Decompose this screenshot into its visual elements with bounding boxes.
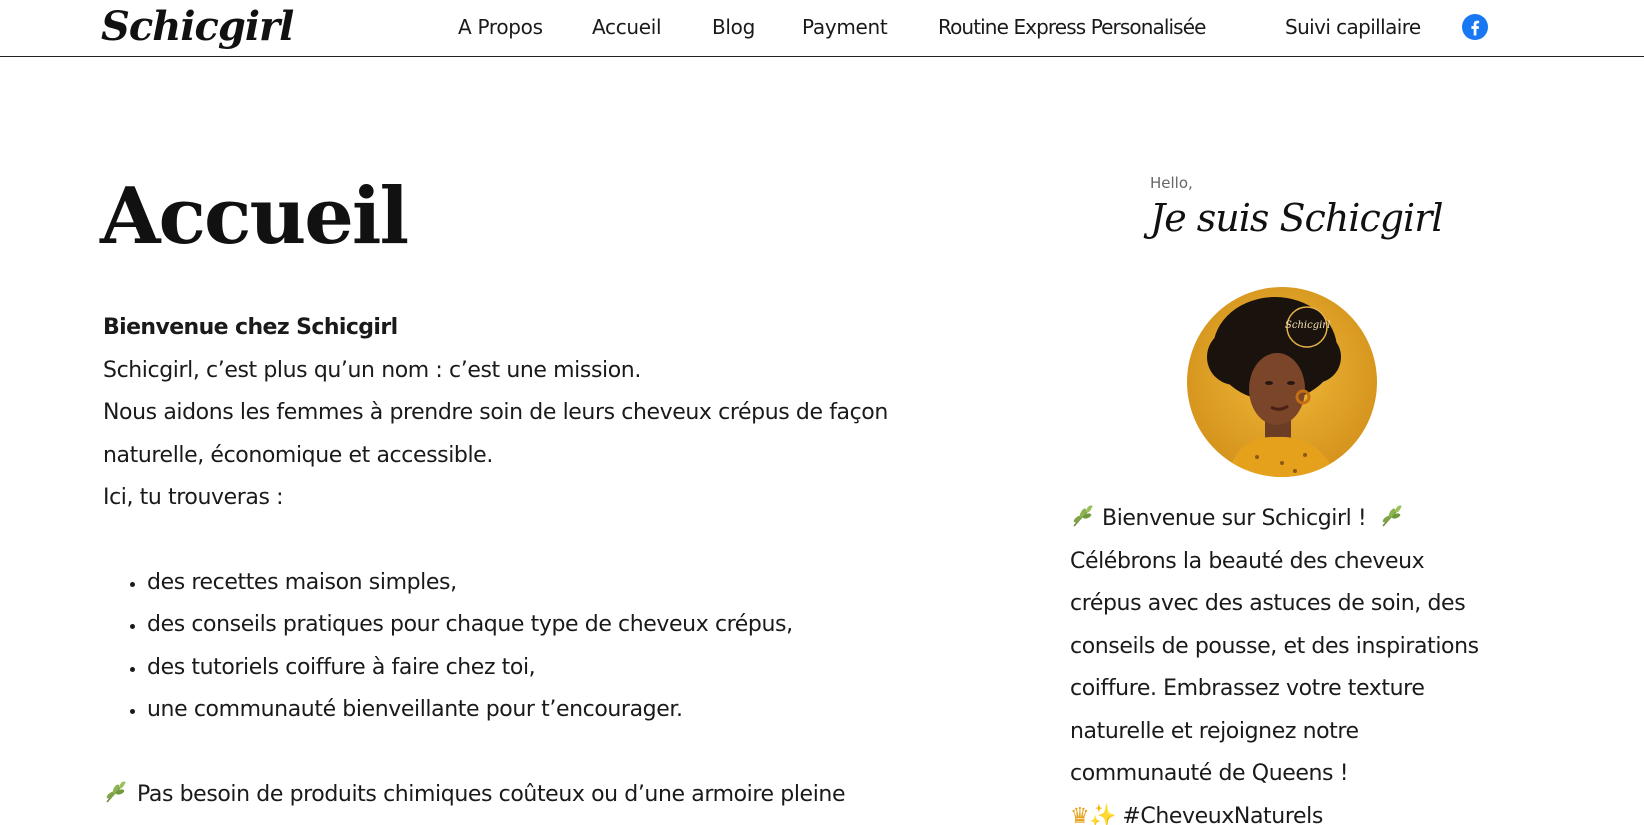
- list-item: une communauté bienveillante pour t’enco…: [147, 689, 963, 732]
- mission-paragraph: Nous aidons les femmes à prendre soin de…: [103, 400, 888, 468]
- list-intro: Ici, tu trouveras :: [103, 485, 284, 510]
- herb-icon: [1073, 505, 1093, 527]
- hashtag-text: #CheveuxNaturels: [1122, 803, 1323, 825]
- nav-item-payment[interactable]: Payment: [802, 12, 888, 42]
- list-item: des conseils pratiques pour chaque type …: [147, 604, 963, 647]
- nav-item-suivi-capillaire[interactable]: Suivi capillaire: [1285, 12, 1421, 42]
- sidebar-bio: Bienvenue sur Schicgirl ! Célébrons la b…: [1070, 498, 1490, 825]
- page: Schicgirl A Propos Accueil Blog Payment …: [0, 0, 1644, 825]
- sidebar-greeting: Hello,: [1150, 174, 1193, 192]
- nav-item-blog[interactable]: Blog: [712, 12, 755, 42]
- site-header: Schicgirl A Propos Accueil Blog Payment …: [0, 0, 1644, 57]
- list-item: des tutoriels coiffure à faire chez toi,: [147, 647, 963, 690]
- avatar-badge-text: Schicgirl: [1285, 320, 1331, 331]
- nav-item-routine-express[interactable]: Routine Express Personalisée: [938, 12, 1206, 42]
- sidebar-body-text: Célébrons la beauté des cheveux crépus a…: [1070, 548, 1479, 787]
- crown-icon: ♛: [1070, 803, 1090, 825]
- avatar: [1187, 287, 1377, 477]
- welcome-line: Bienvenue sur Schicgirl !: [1070, 498, 1490, 541]
- offer-list: des recettes maison simples, des conseil…: [103, 562, 963, 732]
- herb-icon: [106, 780, 126, 803]
- nav-item-accueil[interactable]: Accueil: [592, 12, 662, 42]
- closing-text: Pas besoin de produits chimiques coûteux…: [137, 781, 846, 807]
- sidebar-title: Je suis Schicgirl: [1150, 196, 1444, 240]
- main-content: Bienvenue chez Schicgirl Schicgirl, c’es…: [103, 307, 963, 816]
- hashtag-line: ♛✨ #CheveuxNaturels: [1070, 796, 1490, 825]
- herb-icon: [1382, 505, 1402, 527]
- lead-heading: Bienvenue chez Schicgirl: [103, 315, 398, 340]
- sparkles-icon: ✨: [1089, 803, 1117, 825]
- nav-item-a-propos[interactable]: A Propos: [458, 12, 543, 42]
- page-title: Accueil: [100, 171, 409, 262]
- closing-paragraph: Pas besoin de produits chimiques coûteux…: [103, 774, 963, 817]
- list-item: des recettes maison simples,: [147, 562, 963, 605]
- intro-paragraph: Schicgirl, c’est plus qu’un nom : c’est …: [103, 357, 641, 383]
- welcome-text: Bienvenue sur Schicgirl !: [1102, 506, 1367, 531]
- facebook-icon[interactable]: [1462, 14, 1488, 40]
- site-logo[interactable]: Schicgirl: [101, 2, 294, 52]
